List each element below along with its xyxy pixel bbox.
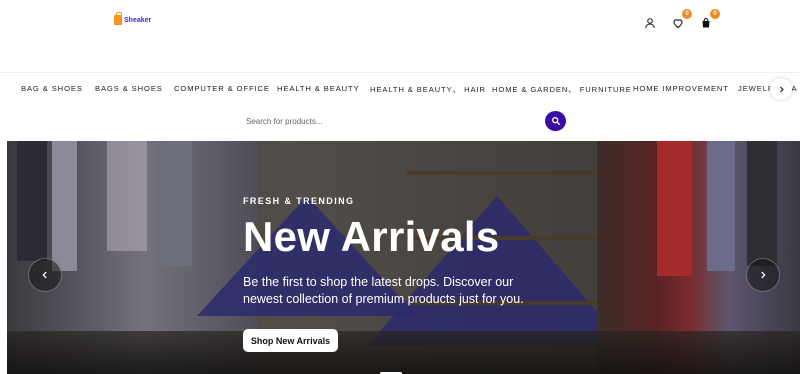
search-bar bbox=[238, 111, 566, 131]
category-item[interactable]: COMPUTER & OFFICE bbox=[174, 84, 270, 93]
cart-button[interactable]: 0 bbox=[697, 9, 720, 32]
shopping-bag-logo-icon bbox=[114, 12, 122, 25]
hero-banner: FRESH & TRENDING New Arrivals Be the fir… bbox=[7, 141, 800, 374]
shopping-bag-icon bbox=[702, 18, 710, 28]
wishlist-count-badge: 0 bbox=[682, 9, 692, 19]
category-item[interactable]: BAG & SHOES bbox=[21, 84, 83, 93]
category-item[interactable]: HEALTH & BEAUTY bbox=[277, 84, 360, 93]
heart-icon bbox=[673, 19, 683, 29]
brand-name: Sheaker bbox=[124, 16, 152, 24]
category-item[interactable]: HEALTH & BEAUTY、 HAIR bbox=[370, 84, 486, 95]
chevron-left-icon bbox=[42, 271, 47, 279]
carousel-next-button[interactable] bbox=[746, 258, 780, 292]
brand-logo[interactable]: Sheaker bbox=[114, 12, 152, 25]
carousel-prev-button[interactable] bbox=[28, 258, 62, 292]
hero-title: New Arrivals bbox=[243, 213, 500, 260]
category-item[interactable]: HOME IMPROVEMENT bbox=[633, 84, 729, 93]
search-icon bbox=[551, 117, 560, 126]
category-item[interactable]: BAGS & SHOES bbox=[95, 84, 163, 93]
cart-count-badge: 0 bbox=[710, 9, 720, 19]
account-button[interactable] bbox=[641, 14, 659, 32]
wishlist-button[interactable]: 0 bbox=[669, 9, 692, 32]
user-icon bbox=[645, 18, 655, 29]
search-input[interactable] bbox=[238, 111, 538, 131]
category-scroll-right-button[interactable] bbox=[770, 78, 792, 100]
category-nav: BAG & SHOES BAGS & SHOES COMPUTER & OFFI… bbox=[0, 73, 800, 105]
chevron-right-icon bbox=[779, 85, 784, 93]
site-header: Sheaker 0 0 bbox=[0, 0, 800, 72]
hero-eyebrow: FRESH & TRENDING bbox=[243, 196, 355, 206]
shop-new-arrivals-button[interactable]: Shop New Arrivals bbox=[243, 329, 338, 352]
search-button[interactable] bbox=[545, 111, 566, 131]
chevron-right-icon bbox=[761, 271, 766, 279]
category-item[interactable]: HOME & GARDEN、 FURNITURE bbox=[492, 84, 632, 95]
hero-subtitle: Be the first to shop the latest drops. D… bbox=[243, 275, 524, 306]
